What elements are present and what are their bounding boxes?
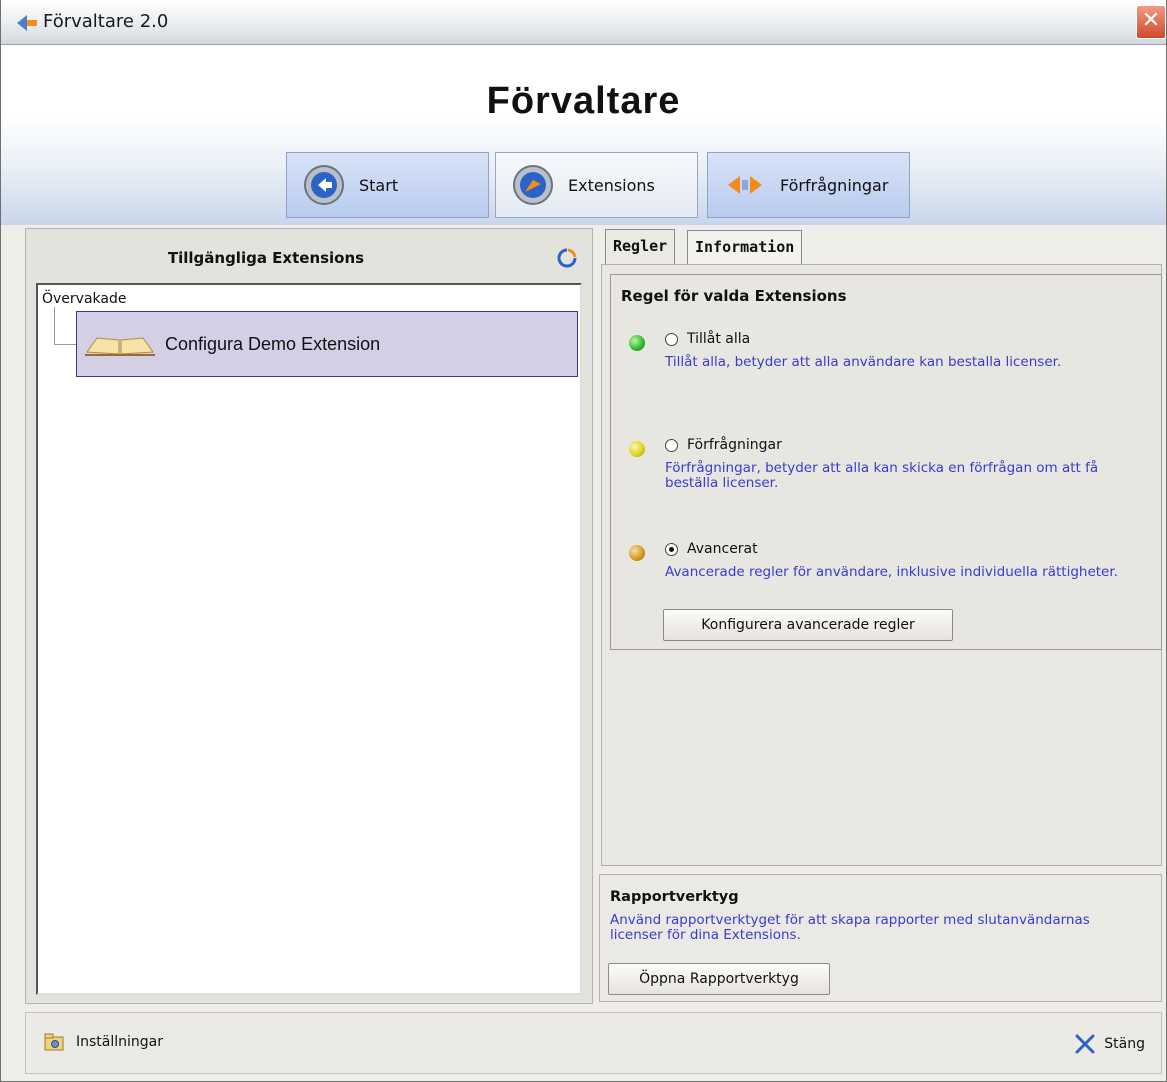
extensions-panel-title: Tillgängliga Extensions [167,249,365,267]
settings-icon [44,1033,64,1051]
radio-advanced[interactable] [665,543,678,556]
nav-requests-button[interactable]: Förfrågningar [707,152,910,218]
window-title: Förvaltare 2.0 [43,11,169,32]
radio-allow-all[interactable] [665,333,678,346]
extensions-icon [513,165,553,205]
tree-item-label: Configura Demo Extension [165,333,381,354]
open-report-tool-button[interactable]: Öppna Rapportverktyg [608,963,830,995]
tree-root-label[interactable]: Övervakade [42,291,126,307]
report-title: Rapportverktyg [610,889,739,905]
report-panel: Rapportverktyg Använd rapportverktyget f… [599,874,1162,1002]
tab-rules[interactable]: Regler [605,229,676,265]
requests-icon [728,176,762,194]
extensions-panel: Tillgängliga Extensions Övervakade Confi… [25,228,593,1004]
tree-connector [54,344,76,345]
rule-description: Tillåt alla, betyder att alla användare … [665,354,1062,370]
nav-requests-label: Förfrågningar [780,175,889,195]
nav-start-button[interactable]: Start [286,152,489,218]
footer: Inställningar Stäng [25,1012,1162,1074]
report-description: Använd rapportverktyget för att skapa ra… [610,912,1090,943]
close-icon: ✕ [1141,8,1161,33]
rules-group: Regel för valda Extensions Tillåt alla T… [610,274,1162,650]
rule-label: Förfrågningar [687,437,782,453]
app-window: Förvaltare 2.0 ✕ Förvaltare Start Extens… [0,0,1167,1082]
title-bar: Förvaltare 2.0 ✕ [1,0,1166,45]
rule-label: Tillåt alla [687,331,751,347]
tab-information[interactable]: Information [687,230,803,264]
close-label: Stäng [1104,1036,1145,1052]
nav-start-label: Start [359,175,399,195]
green-status-icon [629,335,645,351]
nav-extensions-label: Extensions [568,175,655,195]
settings-button[interactable]: Inställningar [44,1033,163,1051]
start-icon [304,165,344,205]
rule-label: Avancerat [687,541,758,557]
rules-panel: Regel för valda Extensions Tillåt alla T… [601,264,1162,866]
rules-title: Regel för valda Extensions [621,287,847,305]
close-icon [1075,1034,1095,1054]
radio-requests[interactable] [665,439,678,452]
page-title: Förvaltare [486,80,681,122]
close-button[interactable]: Stäng [1074,1033,1145,1055]
configure-advanced-rules-button[interactable]: Konfigurera avancerade regler [663,609,953,641]
nav-extensions-button[interactable]: Extensions [495,152,698,218]
settings-label: Inställningar [76,1034,164,1050]
refresh-icon[interactable] [556,247,578,269]
orange-status-icon [629,545,645,561]
tree-connector [54,307,55,345]
app-icon [17,15,37,31]
header: Förvaltare Start Extensions Förfrågninga… [1,45,1166,225]
extensions-tree[interactable]: Övervakade Configura Demo Extension [36,283,582,995]
book-icon [85,337,155,356]
rule-description: Avancerade regler för användare, inklusi… [665,564,1118,580]
rule-description: Förfrågningar, betyder att alla kan skic… [665,460,1099,491]
tree-item-extension[interactable]: Configura Demo Extension [76,311,578,377]
close-window-button[interactable]: ✕ [1136,5,1166,39]
yellow-status-icon [629,441,645,457]
